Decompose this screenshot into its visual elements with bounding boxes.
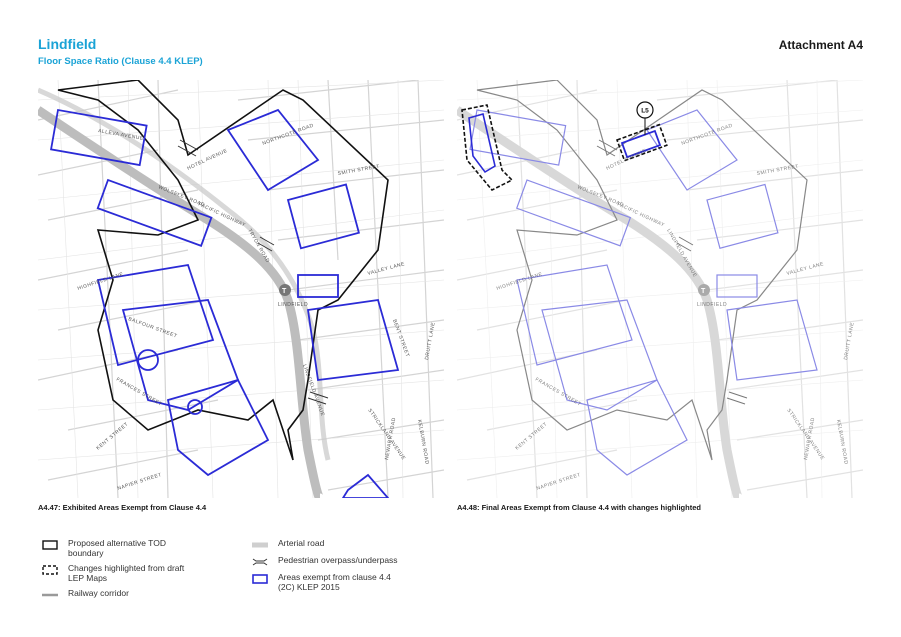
legend-label: Arterial road [278, 538, 325, 548]
legend-label: Railway corridor [68, 588, 129, 598]
street-label: NAPIER STREET [117, 472, 163, 492]
street-labels: NORTHCOTE ROAD SMITH STREET VALLEY LANE … [77, 123, 437, 492]
street-label: KENT STREET [95, 421, 129, 451]
svg-text:T: T [282, 288, 287, 295]
legend-item-tod: Proposed alternative TOD boundary [42, 538, 188, 558]
overpass-symbol-icon [252, 558, 268, 566]
legend-column-2: Arterial road Pedestrian overpass/underp… [252, 538, 398, 597]
street-label: SMITH STREET [756, 164, 799, 177]
legend-item-changes: Changes highlighted from draft LEP Maps [42, 563, 188, 583]
street-label: VALLEY LANE [786, 261, 825, 277]
street-label: FRANCES STREET [534, 377, 582, 408]
legend-item-rail: Railway corridor [42, 588, 188, 600]
street-label: DRUITT LANE [843, 322, 856, 361]
street-label: SMITH STREET [337, 164, 380, 177]
attachment-label: Attachment A4 [778, 38, 863, 52]
svg-text:T: T [701, 288, 706, 295]
legend-label: Changes highlighted from draft LEP Maps [68, 563, 185, 583]
street-label: KELBURN ROAD [416, 419, 430, 465]
street-label: BALFOUR STREET [127, 316, 178, 339]
map-caption-exhibited: A4.47: Exhibited Areas Exempt from Claus… [38, 503, 207, 512]
legend-label: Proposed alternative TOD boundary [68, 538, 166, 558]
map-exhibited: T NORTHCOTE ROAD SMITH STREET VALLEY LAN… [38, 80, 444, 498]
legend-label: Pedestrian overpass/underpass [278, 555, 398, 565]
legend-item-arterial: Arterial road [252, 538, 398, 550]
grey-line-icon [42, 593, 58, 597]
legend-label: Areas exempt from clause 4.4 (2C) KLEP 2… [278, 572, 391, 592]
street-label: KENT STREET [514, 421, 548, 451]
blue-outline-box-icon [252, 574, 268, 584]
street-label: LINDFIELD [697, 302, 727, 308]
page-subtitle: Floor Space Ratio (Clause 4.4 KLEP) [38, 56, 203, 67]
street-label: KELBURN ROAD [835, 419, 849, 465]
street-label: DRUITT LANE [424, 322, 437, 361]
station-marker: T [279, 284, 291, 296]
page-title: Lindfield [38, 36, 97, 52]
street-label: VALLEY LANE [367, 261, 406, 277]
street-labels: NORTHCOTE ROAD SMITH STREET VALLEY LANE … [496, 123, 856, 492]
street-label: NORTHCOTE ROAD [681, 123, 734, 147]
overpass-markers [596, 139, 748, 405]
lot-lines [38, 80, 444, 498]
street-label: NORTHCOTE ROAD [262, 123, 315, 147]
street-grid [38, 80, 444, 498]
pacific-highway [38, 87, 331, 461]
map-exhibited-svg: T NORTHCOTE ROAD SMITH STREET VALLEY LAN… [38, 80, 444, 498]
street-label: LINDFIELD [278, 302, 308, 308]
street-label: FRANCES STREET [115, 377, 163, 408]
street-label: NAPIER STREET [536, 472, 582, 492]
legend-column-1: Proposed alternative TOD boundary Change… [42, 538, 188, 605]
exempt-areas [469, 109, 818, 476]
legend-item-overpass: Pedestrian overpass/underpass [252, 555, 398, 567]
station-marker: T [698, 284, 710, 296]
map-caption-final: A4.48: Final Areas Exempt from Clause 4.… [457, 503, 701, 512]
l5-marker-label: L5 [641, 108, 649, 115]
map-final: L5 T NORTHCOTE ROAD SMITH STREET VALLEY … [457, 80, 863, 498]
map-final-svg: L5 T NORTHCOTE ROAD SMITH STREET VALLEY … [457, 80, 863, 498]
legend-item-exempt: Areas exempt from clause 4.4 (2C) KLEP 2… [252, 572, 398, 592]
black-outline-box-icon [42, 540, 58, 550]
dashed-outline-box-icon [42, 565, 58, 575]
grey-thick-line-icon [252, 542, 268, 548]
